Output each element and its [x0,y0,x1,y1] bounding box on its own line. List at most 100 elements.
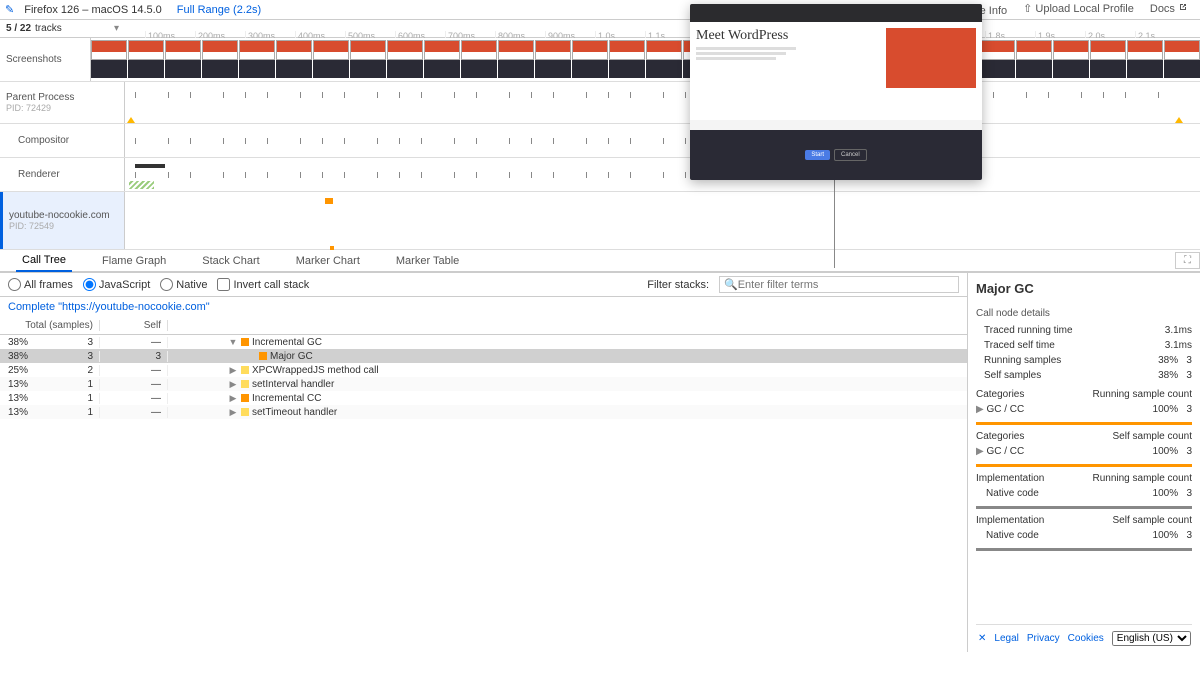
tab-flame-graph[interactable]: Flame Graph [96,251,172,271]
screenshot-thumb[interactable] [1016,60,1052,78]
call-tree[interactable]: 38%3—▼Incremental GC38%33Major GC25%2—▶X… [0,335,967,419]
close-icon[interactable]: ✕ [978,633,986,644]
caret-down-icon: ▾ [114,23,125,34]
upload-link[interactable]: ⇧ Upload Local Profile [1023,2,1134,18]
tree-row[interactable]: 13%1—▶setInterval handler [0,377,967,391]
search-icon: 🔍 [724,278,738,291]
screenshot-thumb[interactable] [1053,60,1089,78]
screenshot-thumb[interactable] [979,40,1015,60]
checkbox-invert[interactable]: Invert call stack [217,278,309,291]
tracks-selector[interactable]: 5 / 22 tracks ▾ [0,23,125,34]
col-total[interactable]: Total (samples) [0,320,100,331]
screenshot-thumb[interactable] [1090,60,1126,78]
lang-select[interactable]: English (US) [1112,631,1191,646]
parent-track[interactable] [125,82,1200,123]
detail-kv: Traced self time3.1ms [976,338,1192,353]
range-link[interactable]: Full Range (2.2s) [177,4,261,16]
track-label-screenshots[interactable]: Screenshots [0,38,91,81]
renderer-track[interactable] [125,158,1200,191]
screenshot-thumb[interactable] [1164,40,1200,60]
screenshot-thumb[interactable] [128,40,164,60]
tree-row[interactable]: 25%2—▶XPCWrappedJS method call [0,363,967,377]
screenshot-thumb[interactable] [1127,40,1163,60]
transform-crumb[interactable]: Complete "https://youtube-nocookie.com" [0,297,967,317]
screenshot-thumb[interactable] [1164,60,1200,78]
tree-row[interactable]: 38%3—▼Incremental GC [0,335,967,349]
filter-stacks-label: Filter stacks: [647,279,709,291]
filter-input[interactable]: 🔍 [719,276,959,293]
screenshot-thumb[interactable] [1090,40,1126,60]
track-label-compositor[interactable]: Compositor [0,124,125,157]
detail-section-callnode: Call node details [976,304,1192,323]
screenshot-thumb[interactable] [165,40,201,60]
screenshot-thumb[interactable] [350,40,386,60]
track-label-renderer[interactable]: Renderer [0,158,125,191]
tree-row[interactable]: 13%1—▶setTimeout handler [0,405,967,419]
screenshot-thumb[interactable] [424,40,460,60]
screenshot-thumb[interactable] [424,60,460,78]
detail-kv: Traced running time3.1ms [976,323,1192,338]
tree-row[interactable]: 13%1—▶Incremental CC [0,391,967,405]
tab-call-tree[interactable]: Call Tree [16,250,72,272]
docs-link[interactable]: Docs [1150,2,1188,18]
screenshot-thumb[interactable] [646,60,682,78]
screenshot-thumb[interactable] [276,60,312,78]
tab-stack-chart[interactable]: Stack Chart [196,251,265,271]
screenshot-thumb[interactable] [609,60,645,78]
screenshot-thumb[interactable] [91,40,127,60]
screenshot-thumb[interactable] [572,40,608,60]
screenshot-thumb[interactable] [498,40,534,60]
screenshot-thumb[interactable] [313,60,349,78]
screenshot-thumb[interactable] [461,40,497,60]
screenshot-thumb[interactable] [1053,40,1089,60]
screenshot-thumb[interactable] [128,60,164,78]
privacy-link[interactable]: Privacy [1027,633,1060,644]
col-self[interactable]: Self [100,320,168,331]
screenshot-thumb[interactable] [239,40,275,60]
legal-link[interactable]: Legal [994,633,1018,644]
screenshot-thumb[interactable] [498,60,534,78]
screenshot-thumb[interactable] [572,60,608,78]
external-link-icon [1178,2,1188,12]
screenshot-thumb[interactable] [202,60,238,78]
detail-kv: Self samples38% 3 [976,368,1192,383]
radio-native[interactable]: Native [160,278,207,291]
track-label-parent[interactable]: Parent Process PID: 72429 [0,82,125,123]
track-label-youtube[interactable]: youtube-nocookie.com PID: 72549 [0,192,125,249]
screenshot-thumb[interactable] [646,40,682,60]
impl-self-bar [976,548,1192,551]
screenshot-thumb[interactable] [350,60,386,78]
compositor-track[interactable] [125,124,1200,157]
screenshot-thumb[interactable] [91,60,127,78]
tab-marker-table[interactable]: Marker Table [390,251,465,271]
fullscreen-icon[interactable]: ⛶ [1175,252,1200,269]
tree-row[interactable]: 38%33Major GC [0,349,967,363]
screenshot-thumb[interactable] [535,40,571,60]
youtube-track[interactable] [125,192,1200,249]
screenshot-thumb[interactable] [1127,60,1163,78]
radio-all-frames[interactable]: All frames [8,278,73,291]
screenshot-thumb[interactable] [535,60,571,78]
screenshot-thumb[interactable] [313,40,349,60]
screenshot-thumb[interactable] [1016,40,1052,60]
screenshot-thumb[interactable] [165,60,201,78]
profile-title[interactable]: Firefox 126 – macOS 14.5.0 [19,4,167,16]
screenshot-thumb[interactable] [609,40,645,60]
screenshot-thumb[interactable] [239,60,275,78]
screenshot-thumb[interactable] [276,40,312,60]
cookies-link[interactable]: Cookies [1068,633,1104,644]
edit-icon[interactable]: ✎ [0,3,19,16]
screenshot-thumb[interactable] [387,40,423,60]
screenshot-thumb[interactable] [387,60,423,78]
tab-marker-chart[interactable]: Marker Chart [290,251,366,271]
screenshot-thumb[interactable] [979,60,1015,78]
screenshots-track[interactable] [91,38,1200,81]
detail-title: Major GC [976,281,1192,304]
screenshot-thumb[interactable] [461,60,497,78]
radio-javascript[interactable]: JavaScript [83,278,150,291]
detail-kv: Running samples38% 3 [976,353,1192,368]
screenshot-preview: Meet WordPress Start Cancel [690,4,982,180]
panel-tabs: Call Tree Flame Graph Stack Chart Marker… [0,250,1200,272]
filter-field[interactable] [738,279,954,291]
screenshot-thumb[interactable] [202,40,238,60]
